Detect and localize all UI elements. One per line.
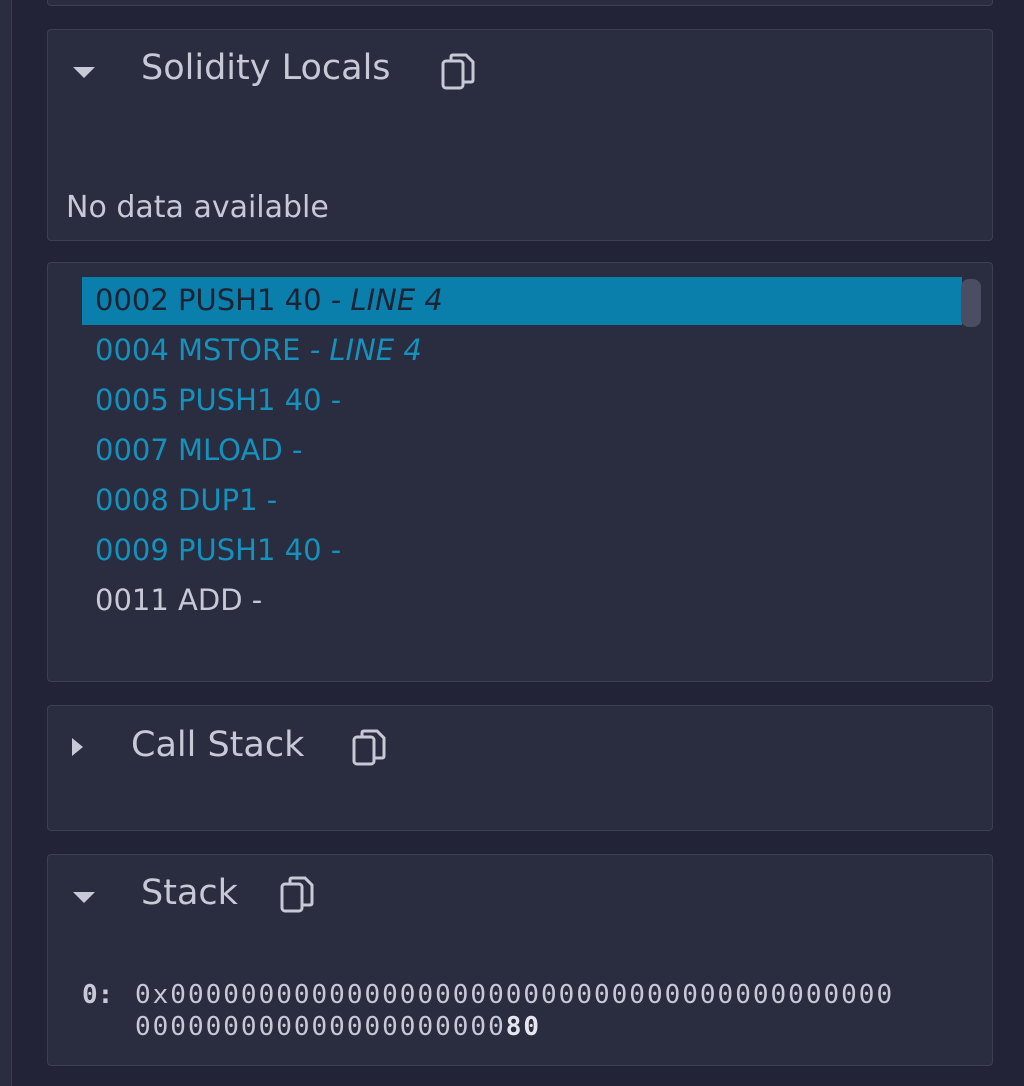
previous-panel-edge bbox=[47, 0, 993, 6]
stack-title[interactable]: Stack bbox=[141, 873, 238, 913]
opcode-text: 0007 MLOAD - bbox=[95, 433, 303, 467]
stack-index: 0: bbox=[82, 980, 114, 1010]
opcode-row[interactable]: 0008 DUP1 - bbox=[82, 477, 962, 527]
opcode-row[interactable]: 0005 PUSH1 40 - bbox=[82, 377, 962, 427]
caret-down-icon[interactable] bbox=[73, 67, 95, 78]
call-stack-panel: Call Stack bbox=[47, 705, 993, 831]
solidity-locals-title[interactable]: Solidity Locals bbox=[141, 48, 391, 88]
opcode-list[interactable]: 0002 PUSH1 40 - LINE 4 0004 MSTORE - LINE… bbox=[82, 277, 962, 627]
opcode-text: 0009 PUSH1 40 - bbox=[95, 533, 342, 567]
opcode-text: 0002 PUSH1 40 bbox=[95, 283, 331, 317]
stack-panel: Stack 0: 0x00000000000000000000000000000… bbox=[47, 854, 993, 1066]
opcode-row[interactable]: 0004 MSTORE - LINE 4 bbox=[82, 327, 962, 377]
opcode-source-line: - LINE 4 bbox=[309, 333, 422, 367]
opcode-row[interactable]: 0009 PUSH1 40 - bbox=[82, 527, 962, 577]
copy-icon[interactable] bbox=[351, 728, 387, 768]
scrollbar-thumb[interactable] bbox=[961, 279, 981, 327]
opcode-text: 0008 DUP1 - bbox=[95, 483, 278, 517]
copy-icon[interactable] bbox=[440, 52, 476, 92]
copy-icon[interactable] bbox=[279, 875, 315, 915]
stack-value: 0x00000000000000000000000000000000000000… bbox=[135, 980, 895, 1042]
opcode-list-panel: 0002 PUSH1 40 - LINE 4 0004 MSTORE - LINE… bbox=[47, 262, 993, 682]
opcode-text: 0005 PUSH1 40 - bbox=[95, 383, 342, 417]
left-rail bbox=[0, 0, 12, 1086]
opcode-row[interactable]: 0011 ADD - bbox=[82, 577, 962, 627]
opcode-source-line: - LINE 4 bbox=[330, 283, 443, 317]
caret-down-icon[interactable] bbox=[73, 892, 95, 903]
opcode-text: 0011 ADD - bbox=[95, 583, 263, 617]
empty-state-text: No data available bbox=[66, 190, 329, 225]
call-stack-title[interactable]: Call Stack bbox=[131, 725, 304, 765]
solidity-locals-panel: Solidity Locals No data available bbox=[47, 29, 993, 241]
opcode-text: 0004 MSTORE bbox=[95, 333, 310, 367]
caret-right-icon[interactable] bbox=[72, 738, 83, 756]
opcode-row[interactable]: 0007 MLOAD - bbox=[82, 427, 962, 477]
opcode-row-selected[interactable]: 0002 PUSH1 40 - LINE 4 bbox=[82, 277, 962, 325]
